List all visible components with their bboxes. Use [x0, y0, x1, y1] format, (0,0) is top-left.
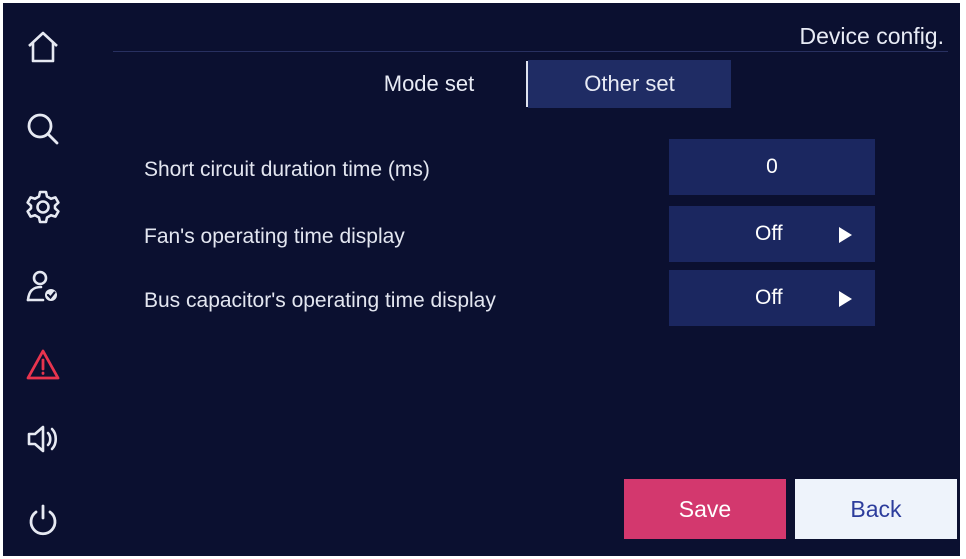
sidebar: [3, 3, 93, 556]
page-title: Device config.: [799, 23, 944, 49]
play-arrow-icon: [839, 227, 852, 243]
home-icon[interactable]: [21, 25, 65, 69]
user-check-icon[interactable]: [21, 265, 65, 309]
speaker-icon[interactable]: [21, 417, 65, 461]
fan-operating-time-select[interactable]: Off: [669, 206, 875, 262]
short-circuit-duration-field[interactable]: 0: [669, 139, 875, 195]
header-divider: [113, 51, 948, 52]
back-button[interactable]: Back: [795, 479, 957, 539]
fan-operating-time-value: Off: [755, 222, 783, 245]
fan-operating-time-label: Fan's operating time display: [144, 225, 405, 248]
bus-capacitor-time-label: Bus capacitor's operating time display: [144, 289, 496, 312]
bus-capacitor-time-select[interactable]: Off: [669, 270, 875, 326]
tab-mode-set[interactable]: Mode set: [333, 60, 525, 108]
device-config-screen: Device config. Mode set Other set Short …: [3, 3, 960, 556]
play-arrow-icon: [839, 291, 852, 307]
bus-capacitor-time-value: Off: [755, 286, 783, 309]
warning-icon[interactable]: [21, 343, 65, 387]
gear-icon[interactable]: [21, 185, 65, 229]
short-circuit-duration-value: 0: [766, 155, 778, 178]
search-icon[interactable]: [21, 107, 65, 151]
short-circuit-duration-label: Short circuit duration time (ms): [144, 158, 430, 181]
tab-other-set[interactable]: Other set: [528, 60, 731, 108]
save-button[interactable]: Save: [624, 479, 786, 539]
power-icon[interactable]: [21, 499, 65, 543]
